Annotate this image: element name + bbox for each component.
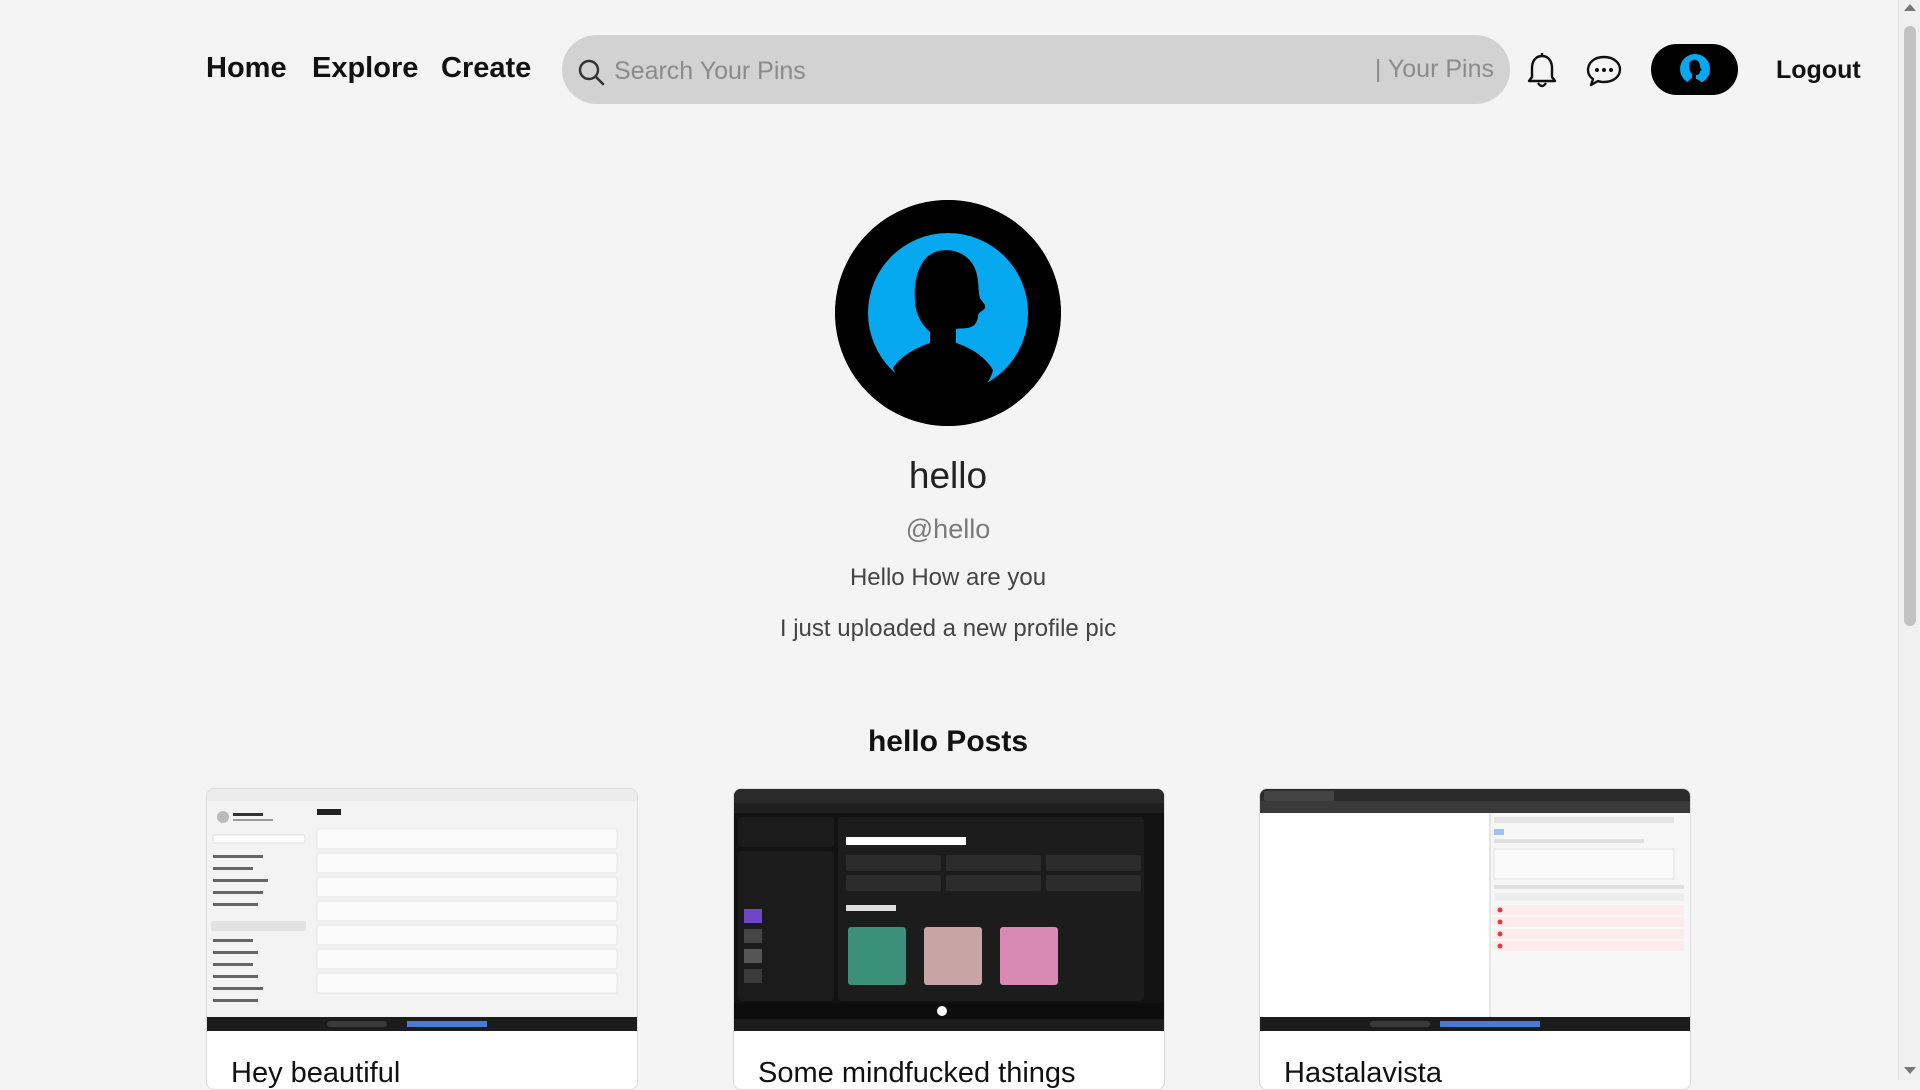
post-title: Some mindfucked things (758, 1057, 1076, 1089)
post-title: Hey beautiful (231, 1057, 401, 1089)
user-avatar-button[interactable] (1651, 44, 1738, 95)
logout-button[interactable]: Logout (1776, 56, 1861, 85)
search-icon (578, 59, 605, 86)
user-silhouette-icon (1680, 54, 1710, 84)
profile-avatar (835, 200, 1061, 426)
post-card[interactable]: Hastalavista (1259, 788, 1691, 1090)
post-card[interactable]: Hey beautiful (206, 788, 638, 1090)
profile-status: I just uploaded a new profile pic (779, 615, 1117, 642)
page-scrollbar[interactable] (1898, 0, 1920, 1080)
nav-home-link[interactable]: Home (206, 52, 287, 85)
post-thumbnail (734, 789, 1164, 1031)
posts-heading: hello Posts (867, 725, 1029, 758)
bell-icon[interactable] (1526, 52, 1558, 90)
post-title: Hastalavista (1284, 1057, 1442, 1089)
chat-icon[interactable] (1585, 54, 1623, 88)
search-scope-label: | Your Pins (1374, 55, 1494, 83)
nav-explore-link[interactable]: Explore (312, 52, 418, 85)
profile-handle: @hello (905, 514, 991, 544)
search-bar[interactable]: | Your Pins (562, 35, 1510, 104)
scrollbar-thumb[interactable] (1904, 26, 1916, 626)
post-thumbnail (207, 789, 637, 1031)
profile-name: hello (908, 455, 988, 496)
scroll-down-arrow-icon[interactable] (1904, 1067, 1916, 1074)
scroll-up-arrow-icon[interactable] (1904, 4, 1916, 11)
post-card[interactable]: Some mindfucked things (733, 788, 1165, 1090)
top-navigation-bar: Home Explore Create | Your Pins Logout (0, 0, 1898, 140)
profile-bio: Hello How are you (849, 564, 1047, 591)
nav-create-link[interactable]: Create (441, 52, 531, 85)
search-input[interactable] (612, 53, 1176, 89)
post-thumbnail (1260, 789, 1690, 1031)
